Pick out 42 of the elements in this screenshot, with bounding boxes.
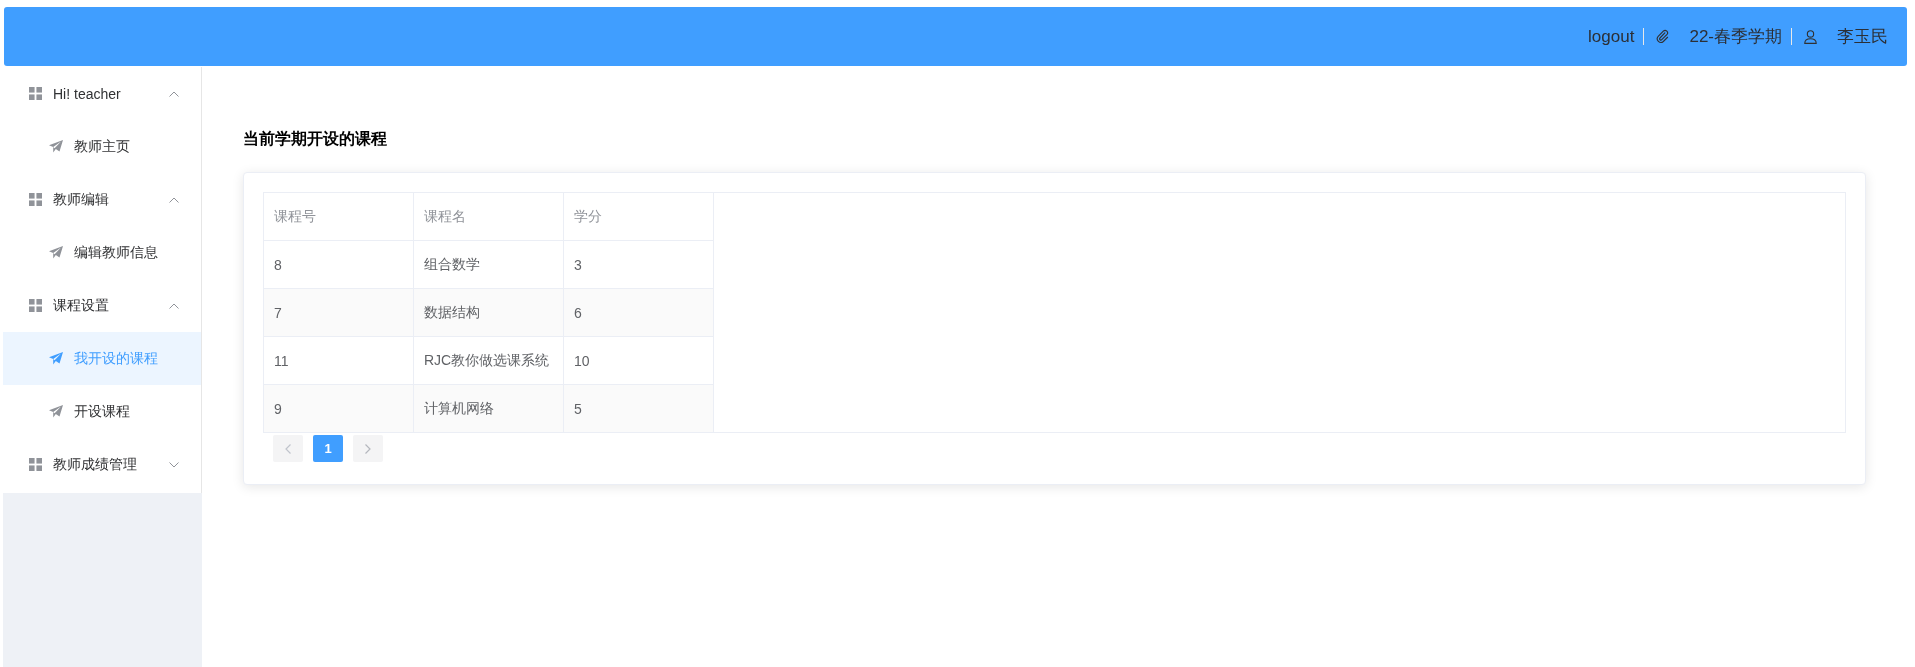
menu-item[interactable]: 编辑教师信息 bbox=[3, 226, 201, 279]
table-cell: 6 bbox=[564, 289, 714, 337]
section-title: 当前学期开设的课程 bbox=[243, 129, 388, 149]
menu-group-title: Hi! teacher bbox=[53, 85, 122, 102]
paper-plane-icon bbox=[49, 140, 63, 153]
table-cell: 11 bbox=[264, 337, 414, 385]
logout-link[interactable]: logout bbox=[1588, 26, 1635, 47]
menu-group-title: 教师编辑 bbox=[53, 190, 110, 209]
user-name: 李玉民 bbox=[1837, 26, 1888, 48]
table-cell: 计算机网络 bbox=[414, 385, 564, 433]
column-header: 学分 bbox=[564, 193, 714, 241]
grid-icon bbox=[29, 299, 42, 312]
table-cell: 10 bbox=[564, 337, 714, 385]
menu-group-title: 课程设置 bbox=[53, 296, 110, 315]
column-header: 课程名 bbox=[414, 193, 564, 241]
table-cell: 9 bbox=[264, 385, 414, 433]
menu-group-header[interactable]: 课程设置 bbox=[3, 279, 201, 332]
paper-plane-icon bbox=[49, 246, 63, 259]
menu-item[interactable]: 教师主页 bbox=[3, 120, 201, 173]
column-header: 课程号 bbox=[264, 193, 414, 241]
chevron-left-icon bbox=[285, 443, 291, 454]
grid-icon bbox=[29, 458, 42, 471]
menu-item[interactable]: 开设课程 bbox=[3, 385, 201, 438]
grid-icon bbox=[29, 193, 42, 206]
menu-group-title: 教师成绩管理 bbox=[53, 455, 138, 474]
paper-plane-icon bbox=[49, 405, 63, 418]
table-cell: 7 bbox=[264, 289, 414, 337]
menu-group-header[interactable]: 教师编辑 bbox=[3, 173, 201, 226]
table-cell: 数据结构 bbox=[414, 289, 564, 337]
grid-icon bbox=[29, 87, 42, 100]
table-cell: RJC教你做选课系统 bbox=[414, 337, 564, 385]
table-cell: 8 bbox=[264, 241, 414, 289]
table-cell: 组合数学 bbox=[414, 241, 564, 289]
table-cell: 3 bbox=[564, 241, 714, 289]
chevron-right-icon bbox=[365, 443, 371, 454]
table-cell: 5 bbox=[564, 385, 714, 433]
paper-plane-icon bbox=[49, 352, 63, 365]
menu-group-header[interactable]: 教师成绩管理 bbox=[3, 438, 201, 491]
menu-group-header[interactable]: Hi! teacher bbox=[3, 67, 201, 120]
term-label: 22-春季学期 bbox=[1689, 26, 1782, 48]
paperclip-icon bbox=[1655, 29, 1671, 44]
user-icon bbox=[1804, 29, 1817, 44]
